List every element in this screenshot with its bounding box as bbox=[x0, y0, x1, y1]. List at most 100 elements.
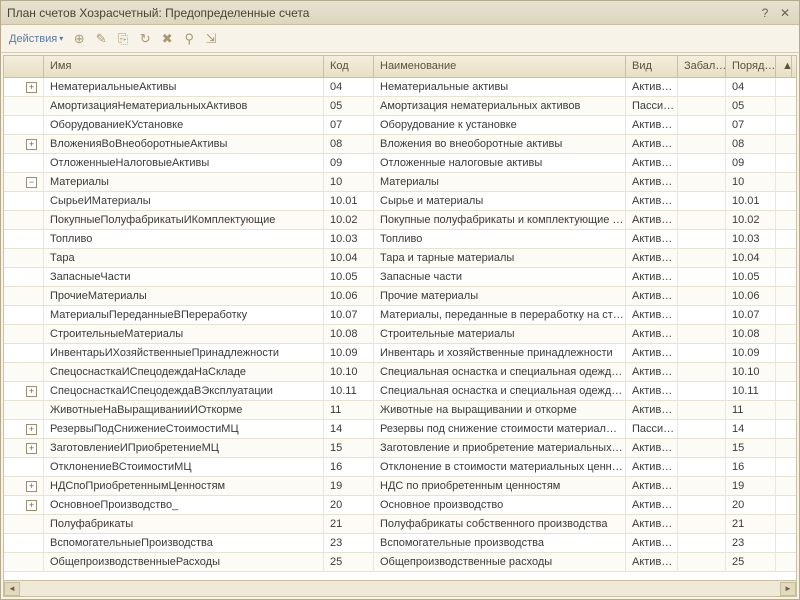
col-naim[interactable]: Наименование bbox=[374, 56, 626, 77]
cell-name: ЖивотныеНаВыращиванииИОткорме bbox=[44, 401, 324, 419]
cell-code: 20 bbox=[324, 496, 374, 514]
add-icon[interactable]: ⊕ bbox=[69, 29, 89, 49]
expand-icon[interactable]: + bbox=[26, 500, 37, 511]
cell-code: 15 bbox=[324, 439, 374, 457]
table-row[interactable]: ЖивотныеНаВыращиванииИОткорме11Животные … bbox=[4, 401, 796, 420]
cell-vid: Актив… bbox=[626, 78, 678, 96]
expand-icon[interactable]: + bbox=[26, 443, 37, 454]
filter-icon[interactable]: ⚲ bbox=[179, 29, 199, 49]
cell-name: ПрочиеМатериалы bbox=[44, 287, 324, 305]
expand-icon[interactable]: + bbox=[26, 139, 37, 150]
table-row[interactable]: ВспомогательныеПроизводства23Вспомогател… bbox=[4, 534, 796, 553]
cell-code: 16 bbox=[324, 458, 374, 476]
delete-icon[interactable]: ✖ bbox=[157, 29, 177, 49]
cell-naim: Оборудование к установке bbox=[374, 116, 626, 134]
table-row[interactable]: −Материалы10МатериалыАктив…10 bbox=[4, 173, 796, 192]
tree-cell bbox=[4, 553, 44, 571]
cell-vid: Актив… bbox=[626, 325, 678, 343]
cell-code: 08 bbox=[324, 135, 374, 153]
table-row[interactable]: +ОсновноеПроизводство_20Основное произво… bbox=[4, 496, 796, 515]
actions-menu[interactable]: Действия bbox=[5, 31, 67, 47]
cell-name: ИнвентарьИХозяйственныеПринадлежности bbox=[44, 344, 324, 362]
col-scroll-spacer: ▲ bbox=[776, 56, 792, 77]
tree-icon[interactable]: ⇲ bbox=[201, 29, 221, 49]
cell-name: СпецоснасткаИСпецодеждаНаСкладе bbox=[44, 363, 324, 381]
cell-code: 21 bbox=[324, 515, 374, 533]
cell-vid: Актив… bbox=[626, 401, 678, 419]
tree-cell bbox=[4, 154, 44, 172]
tree-cell bbox=[4, 306, 44, 324]
cell-code: 25 bbox=[324, 553, 374, 571]
table-row[interactable]: +НДСпоПриобретеннымЦенностям19НДС по при… bbox=[4, 477, 796, 496]
close-icon[interactable]: ✕ bbox=[777, 5, 793, 21]
expand-icon[interactable]: + bbox=[26, 82, 37, 93]
table-row[interactable]: +НематериальныеАктивы04Нематериальные ак… bbox=[4, 78, 796, 97]
help-icon[interactable]: ? bbox=[757, 5, 773, 21]
table-row[interactable]: ОбщепроизводственныеРасходы25Общепроизво… bbox=[4, 553, 796, 572]
col-vid[interactable]: Вид bbox=[626, 56, 678, 77]
cell-name: ОтложенныеНалоговыеАктивы bbox=[44, 154, 324, 172]
expand-icon[interactable]: + bbox=[26, 481, 37, 492]
table-row[interactable]: СтроительныеМатериалы 10.08 Строительные м… bbox=[4, 325, 796, 344]
cell-por: 10.02 bbox=[726, 211, 776, 229]
collapse-icon[interactable]: − bbox=[26, 177, 37, 188]
table-row[interactable]: +СпецоснасткаИСпецодеждаВЭксплуатации10.… bbox=[4, 382, 796, 401]
col-name[interactable]: Имя bbox=[44, 56, 324, 77]
edit-icon[interactable]: ✎ bbox=[91, 29, 111, 49]
table-row[interactable]: +РезервыПодСнижениеСтоимостиМЦ14Резервы … bbox=[4, 420, 796, 439]
table-row[interactable]: ЗапасныеЧасти10.05Запасные частиАктив…10… bbox=[4, 268, 796, 287]
copy-icon[interactable]: ⎘ bbox=[113, 29, 133, 49]
cell-por: 10.08 bbox=[726, 325, 776, 343]
grid-body[interactable]: +НематериальныеАктивы04Нематериальные ак… bbox=[4, 78, 796, 580]
cell-naim: Заготовление и приобретение материальных… bbox=[374, 439, 626, 457]
cell-zab bbox=[678, 173, 726, 191]
cell-vid: Актив… bbox=[626, 553, 678, 571]
tree-cell bbox=[4, 211, 44, 229]
cell-code: 10.02 bbox=[324, 211, 374, 229]
cell-por: 10 bbox=[726, 173, 776, 191]
table-row[interactable]: МатериалыПереданныеВПереработку10.07Мате… bbox=[4, 306, 796, 325]
table-row[interactable]: ПокупныеПолуфабрикатыИКомплектующие10.02… bbox=[4, 211, 796, 230]
table-row[interactable]: Тара10.04Тара и тарные материалыАктив…10… bbox=[4, 249, 796, 268]
table-row[interactable]: +ЗаготовлениеИПриобретениеМЦ15Заготовлен… bbox=[4, 439, 796, 458]
table-row[interactable]: ОтклонениеВСтоимостиМЦ16Отклонение в сто… bbox=[4, 458, 796, 477]
cell-zab bbox=[678, 306, 726, 324]
window-title: План счетов Хозрасчетный: Предопределенн… bbox=[7, 6, 753, 20]
h-scrollbar[interactable]: ◄ ► bbox=[4, 580, 796, 596]
cell-por: 10.03 bbox=[726, 230, 776, 248]
grid: Имя Код Наименование Вид Забал… Поряд… ▲… bbox=[3, 55, 797, 597]
cell-name: Полуфабрикаты bbox=[44, 515, 324, 533]
cell-por: 10.11 bbox=[726, 382, 776, 400]
table-row[interactable]: ИнвентарьИХозяйственныеПринадлежности10.… bbox=[4, 344, 796, 363]
table-row[interactable]: СпецоснасткаИСпецодеждаНаСкладе10.10Спец… bbox=[4, 363, 796, 382]
table-row[interactable]: Полуфабрикаты21Полуфабрикаты собственног… bbox=[4, 515, 796, 534]
table-row[interactable]: АмортизацияНематериальныхАктивов05Аморти… bbox=[4, 97, 796, 116]
expand-icon[interactable]: + bbox=[26, 386, 37, 397]
cell-naim: Специальная оснастка и специальная одежд… bbox=[374, 382, 626, 400]
col-code[interactable]: Код bbox=[324, 56, 374, 77]
cell-zab bbox=[678, 344, 726, 362]
table-row[interactable]: ОтложенныеНалоговыеАктивы09Отложенные на… bbox=[4, 154, 796, 173]
table-row[interactable]: Топливо10.03ТопливоАктив…10.03 bbox=[4, 230, 796, 249]
cell-naim: Строительные материалы bbox=[374, 325, 626, 343]
scroll-right-icon[interactable]: ► bbox=[780, 582, 796, 596]
tree-cell: + bbox=[4, 477, 44, 495]
refresh-icon[interactable]: ↻ bbox=[135, 29, 155, 49]
scroll-left-icon[interactable]: ◄ bbox=[4, 582, 20, 596]
col-tree[interactable] bbox=[4, 56, 44, 77]
table-row[interactable]: ОборудованиеКУстановке07Оборудование к у… bbox=[4, 116, 796, 135]
col-por[interactable]: Поряд… bbox=[726, 56, 776, 77]
cell-zab bbox=[678, 135, 726, 153]
table-row[interactable]: +ВложенияВоВнеоборотныеАктивы08Вложения … bbox=[4, 135, 796, 154]
cell-zab bbox=[678, 515, 726, 533]
cell-por: 10.06 bbox=[726, 287, 776, 305]
expand-icon[interactable]: + bbox=[26, 424, 37, 435]
toolbar: Действия ⊕ ✎ ⎘ ↻ ✖ ⚲ ⇲ bbox=[1, 25, 799, 53]
cell-zab bbox=[678, 230, 726, 248]
col-zab[interactable]: Забал… bbox=[678, 56, 726, 77]
tree-cell bbox=[4, 230, 44, 248]
cell-name: ОборудованиеКУстановке bbox=[44, 116, 324, 134]
table-row[interactable]: ПрочиеМатериалы10.06Прочие материалыАкти… bbox=[4, 287, 796, 306]
cell-name: СтроительныеМатериалы bbox=[44, 325, 324, 343]
table-row[interactable]: СырьеИМатериалы10.01Сырье и материалыАкт… bbox=[4, 192, 796, 211]
